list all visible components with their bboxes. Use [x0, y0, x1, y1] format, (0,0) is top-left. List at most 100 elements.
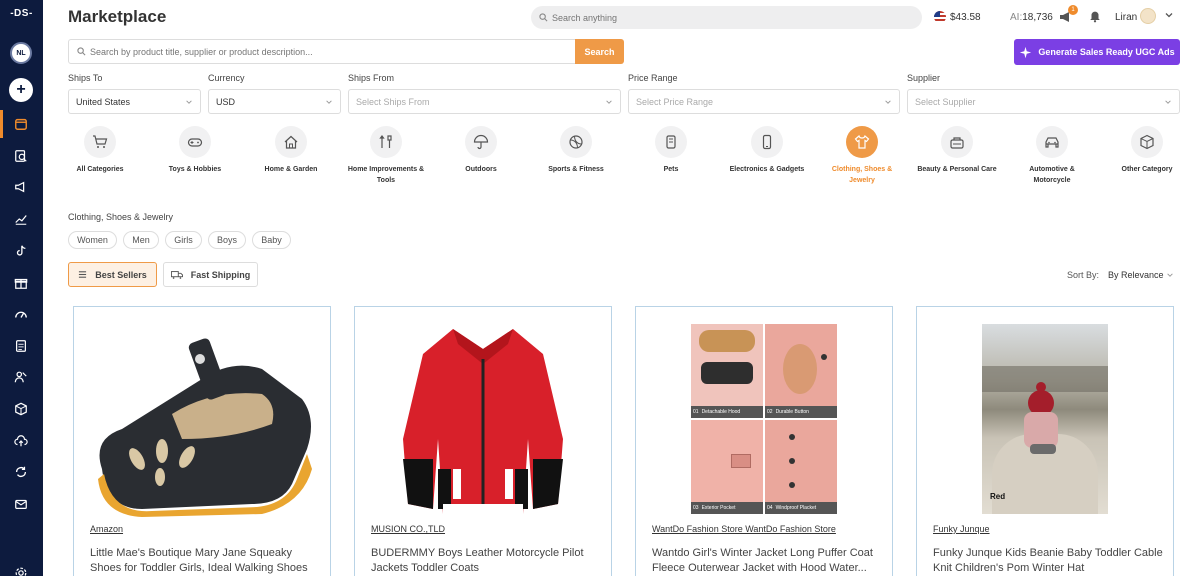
- category-label: Home Improvements & Tools: [347, 166, 425, 184]
- bell-icon[interactable]: [1088, 9, 1102, 23]
- ships-from-select[interactable]: Select Ships From: [348, 89, 621, 114]
- product-image[interactable]: [74, 315, 330, 523]
- sort-select[interactable]: By Relevance: [1108, 270, 1164, 280]
- add-button[interactable]: +: [9, 78, 33, 102]
- app-logo[interactable]: -DS-: [0, 8, 43, 19]
- product-supplier-link[interactable]: Amazon: [90, 524, 123, 534]
- category-label: Electronics & Gadgets: [729, 166, 805, 173]
- product-title[interactable]: Wantdo Girl's Winter Jacket Long Puffer …: [652, 546, 882, 576]
- category-sports-fitness[interactable]: Sports & Fitness: [536, 126, 616, 175]
- image-label-number: 03: [693, 505, 699, 511]
- phone-icon: [762, 134, 772, 150]
- product-supplier-link[interactable]: Funky Junque: [933, 524, 990, 534]
- category-toys-hobbies[interactable]: Toys & Hobbies: [155, 126, 235, 175]
- product-card[interactable]: Red Funky Junque Funky Junque Kids Beani…: [916, 306, 1174, 576]
- search-button[interactable]: Search: [575, 39, 624, 64]
- chip-baby[interactable]: Baby: [252, 231, 291, 249]
- settings-icon[interactable]: [12, 564, 30, 576]
- gauge-icon[interactable]: [12, 305, 30, 323]
- store-icon[interactable]: [12, 115, 30, 133]
- product-card[interactable]: 01 Detachable Hood 02 Durable Button 03 Ext…: [635, 306, 893, 576]
- notification-badge: 1: [1068, 5, 1078, 15]
- category-label: Outdoors: [465, 166, 497, 173]
- beauty-icon: [950, 137, 964, 149]
- product-supplier-link[interactable]: MUSION CO.,TLD: [371, 524, 445, 534]
- ai-credits-value: 18,736: [1022, 12, 1053, 23]
- ai-credits: AI:18,736: [1010, 12, 1053, 23]
- category-home-garden[interactable]: Home & Garden: [251, 126, 331, 175]
- fast-shipping-button[interactable]: Fast Shipping: [163, 262, 258, 287]
- product-title[interactable]: BUDERMMY Boys Leather Motorcycle Pilot J…: [371, 546, 601, 576]
- product-title[interactable]: Little Mae's Boutique Mary Jane Squeaky …: [90, 546, 320, 576]
- product-card[interactable]: Amazon Little Mae's Boutique Mary Jane S…: [73, 306, 331, 576]
- product-search[interactable]: [68, 39, 576, 64]
- image-label-number: 01: [693, 409, 699, 415]
- category-label: Beauty & Personal Care: [917, 166, 997, 173]
- search-icon: [539, 13, 548, 22]
- ships-to-select[interactable]: United States: [68, 89, 201, 114]
- price-range-placeholder: Select Price Range: [636, 96, 714, 107]
- supplier-label: Supplier: [907, 73, 941, 83]
- tiktok-icon[interactable]: [12, 242, 30, 260]
- price-range-select[interactable]: Select Price Range: [628, 89, 900, 114]
- product-image[interactable]: 01 Detachable Hood 02 Durable Button 03 Ext…: [636, 315, 892, 523]
- category-pets[interactable]: Pets: [631, 126, 711, 175]
- home-icon: [284, 135, 298, 149]
- umbrella-icon: [473, 134, 489, 150]
- product-image[interactable]: [355, 315, 611, 523]
- image-color-badge: Red: [990, 492, 1006, 501]
- chevron-down-icon[interactable]: [1164, 10, 1174, 20]
- chevron-down-icon: [186, 100, 192, 104]
- category-label: Toys & Hobbies: [168, 166, 222, 173]
- generate-ugc-ads-button[interactable]: Generate Sales Ready UGC Ads: [1014, 39, 1180, 65]
- pet-icon: [666, 135, 676, 149]
- global-search-input[interactable]: [552, 12, 902, 23]
- sync-icon[interactable]: [12, 463, 30, 481]
- truck-icon: [170, 270, 183, 279]
- product-card[interactable]: MUSION CO.,TLD BUDERMMY Boys Leather Mot…: [354, 306, 612, 576]
- global-search[interactable]: [531, 6, 922, 29]
- mail-icon[interactable]: [12, 495, 30, 513]
- subcategory-title: Clothing, Shoes & Jewelry: [68, 212, 174, 222]
- user-avatar[interactable]: [1140, 8, 1156, 24]
- chip-girls[interactable]: Girls: [165, 231, 202, 249]
- currency-select[interactable]: USD: [208, 89, 341, 114]
- chevron-down-icon[interactable]: [1166, 271, 1174, 279]
- wallet-balance[interactable]: $43.58: [950, 12, 981, 23]
- category-home-improvements[interactable]: Home Improvements & Tools: [346, 126, 426, 186]
- box-icon[interactable]: [12, 400, 30, 418]
- workspace-avatar[interactable]: NL: [10, 42, 32, 64]
- supplier-select[interactable]: Select Supplier: [907, 89, 1180, 114]
- users-icon[interactable]: [12, 368, 30, 386]
- generate-ugc-ads-label: Generate Sales Ready UGC Ads: [1038, 47, 1175, 57]
- chip-boys[interactable]: Boys: [208, 231, 246, 249]
- tools-icon: [379, 135, 392, 148]
- category-clothing-shoes-jewelry[interactable]: Clothing, Shoes & Jewelry: [822, 126, 902, 186]
- best-sellers-button[interactable]: Best Sellers: [68, 262, 157, 287]
- supplier-placeholder: Select Supplier: [915, 96, 976, 107]
- chip-women[interactable]: Women: [68, 231, 117, 249]
- category-outdoors[interactable]: Outdoors: [441, 126, 521, 175]
- analytics-icon[interactable]: [12, 210, 30, 228]
- megaphone-icon[interactable]: [12, 178, 30, 196]
- user-name[interactable]: Liran: [1115, 12, 1137, 23]
- category-other[interactable]: Other Category: [1107, 126, 1187, 175]
- search-icon: [77, 47, 86, 56]
- product-supplier-link[interactable]: WantDo Fashion Store WantDo Fashion Stor…: [652, 524, 836, 534]
- category-automotive[interactable]: Automotive & Motorcycle: [1012, 126, 1092, 186]
- search-doc-icon[interactable]: [12, 147, 30, 165]
- chip-men[interactable]: Men: [123, 231, 159, 249]
- gift-icon[interactable]: [12, 274, 30, 292]
- cloud-upload-icon[interactable]: [12, 432, 30, 450]
- product-search-input[interactable]: [90, 46, 560, 57]
- category-electronics[interactable]: Electronics & Gadgets: [727, 126, 807, 175]
- best-sellers-label: Best Sellers: [95, 269, 147, 280]
- ai-credits-label: AI:: [1010, 12, 1023, 23]
- product-title[interactable]: Funky Junque Kids Beanie Baby Toddler Ca…: [933, 546, 1163, 576]
- image-label-number: 02: [767, 409, 773, 415]
- product-image[interactable]: Red: [917, 315, 1173, 523]
- category-all[interactable]: All Categories: [60, 126, 140, 175]
- ships-from-placeholder: Select Ships From: [356, 96, 430, 107]
- category-beauty[interactable]: Beauty & Personal Care: [917, 126, 997, 175]
- document-icon[interactable]: [12, 337, 30, 355]
